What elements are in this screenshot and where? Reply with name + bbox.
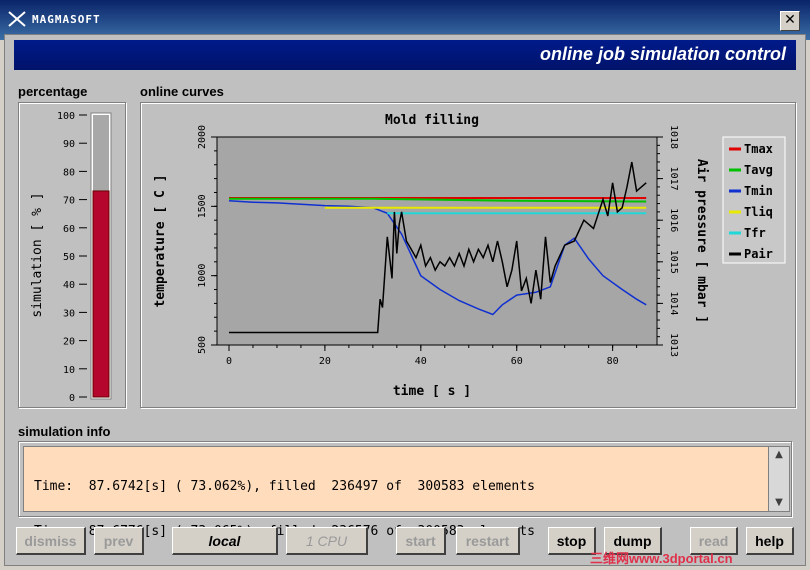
restart-button[interactable]: restart xyxy=(456,527,520,555)
close-button[interactable]: ✕ xyxy=(780,11,800,31)
percentage-tick-label: 10 xyxy=(63,365,75,376)
y-tick-label: 2000 xyxy=(197,125,208,149)
y2-tick-label: 1013 xyxy=(668,333,679,357)
cpu-button[interactable]: 1 CPU xyxy=(286,527,368,555)
log-line: Time: 87.6742[s] ( 73.062%), filled 2364… xyxy=(34,479,535,494)
header-banner: online job simulation control xyxy=(14,40,796,70)
percentage-tick-label: 50 xyxy=(63,252,75,263)
scroll-down-icon[interactable]: ▼ xyxy=(769,495,789,511)
plot-area xyxy=(216,136,658,346)
legend-label: Tfr xyxy=(744,226,766,240)
percentage-fill-bar xyxy=(92,190,110,398)
x-tick-label: 80 xyxy=(607,356,619,367)
percentage-tick-label: 60 xyxy=(63,224,75,235)
legend-label: Tmin xyxy=(744,184,773,198)
magmasoft-logo-icon xyxy=(8,11,26,27)
y2-tick-label: 1015 xyxy=(668,250,679,274)
legend-label: Pair xyxy=(744,247,773,261)
online-curves-panel: Mold filling 500 1000 1500 2000 1013 1014 101… xyxy=(140,102,796,408)
x-tick-label: 0 xyxy=(226,356,232,367)
chart-title: Mold filling xyxy=(385,113,479,128)
y2-tick-label: 1018 xyxy=(668,125,679,149)
simulation-log[interactable]: Time: 87.6742[s] ( 73.062%), filled 2364… xyxy=(23,446,769,539)
banner-title: online job simulation control xyxy=(540,44,786,64)
watermark: 三维网www.3dportal.cn xyxy=(590,551,733,566)
y-tick-label: 1500 xyxy=(197,194,208,218)
percentage-tick-label: 100 xyxy=(57,111,75,122)
legend-label: Tliq xyxy=(744,205,773,219)
start-button[interactable]: start xyxy=(396,527,446,555)
legend-label: Tavg xyxy=(744,163,773,177)
x-tick-label: 60 xyxy=(511,356,523,367)
x-tick-label: 20 xyxy=(319,356,331,367)
percentage-gauge: 1009080706050403020100 simulation [ % ] xyxy=(30,111,112,404)
window-title: MAGMASOFT xyxy=(32,13,101,26)
y2-tick-label: 1014 xyxy=(668,291,679,315)
simulation-info-label: simulation info xyxy=(18,424,111,439)
x-tick-label: 40 xyxy=(415,356,427,367)
percentage-tick-label: 70 xyxy=(63,196,75,207)
scroll-up-icon[interactable]: ▲ xyxy=(769,447,789,463)
y-tick-label: 500 xyxy=(197,336,208,354)
percentage-tick-label: 40 xyxy=(63,280,75,291)
percentage-tick-label: 0 xyxy=(69,393,75,404)
log-scrollbar[interactable]: ▲ ▼ xyxy=(768,446,790,512)
percentage-label: percentage xyxy=(18,84,88,99)
y-tick-label: 1000 xyxy=(197,264,208,288)
dismiss-button[interactable]: dismiss xyxy=(16,527,86,555)
x-axis-label: time [ s ] xyxy=(393,384,471,399)
y2-tick-label: 1017 xyxy=(668,167,679,191)
percentage-axis-label: simulation [ % ] xyxy=(30,192,45,317)
stop-button[interactable]: stop xyxy=(548,527,596,555)
y-axis-label: temperature [ C ] xyxy=(153,174,168,307)
percentage-tick-label: 80 xyxy=(63,167,75,178)
percentage-tick-label: 20 xyxy=(63,337,75,348)
percentage-tick-label: 30 xyxy=(63,308,75,319)
percentage-tick-label: 90 xyxy=(63,139,75,150)
help-button[interactable]: help xyxy=(746,527,794,555)
online-curves-label: online curves xyxy=(140,84,224,99)
prev-button[interactable]: prev xyxy=(94,527,144,555)
percentage-panel: 100 90 80 70 60 50 40 30 20 10 0 simulation [ % ] xyxy=(18,102,126,408)
y2-axis-label: Air pressure [ mbar ] xyxy=(694,159,709,323)
online-curves-chart: Mold filling 500 1000 1500 2000 1013 1014 101… xyxy=(153,113,786,399)
local-button[interactable]: local xyxy=(172,527,278,555)
legend-label: Tmax xyxy=(744,142,773,156)
y2-tick-label: 1016 xyxy=(668,208,679,232)
